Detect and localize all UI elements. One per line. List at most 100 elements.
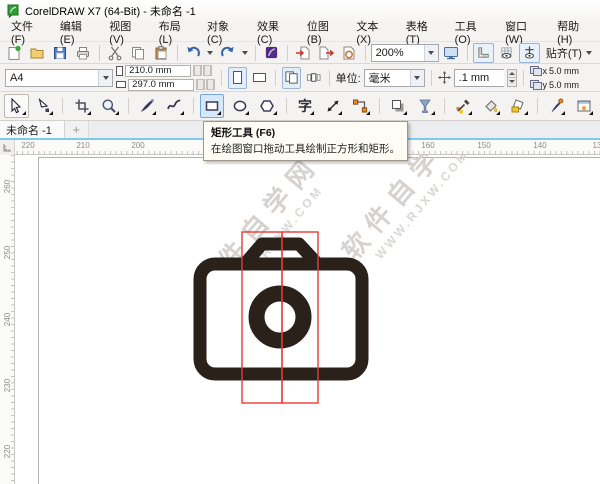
duplicate-x-sub: x — [542, 65, 548, 76]
page-height-spinner[interactable] — [196, 79, 216, 90]
print-button[interactable] — [73, 43, 94, 63]
snap-to-dropdown[interactable]: 贴齐(T) — [542, 45, 596, 61]
shape-edit-icon — [38, 98, 49, 112]
toolbox-separator — [62, 98, 64, 114]
export-button[interactable] — [316, 43, 337, 63]
nudge-offset-icon — [437, 71, 451, 84]
units-combobox[interactable]: 毫米 — [363, 68, 425, 87]
redo-dropdown[interactable] — [240, 43, 249, 63]
zoom-tool[interactable] — [97, 94, 122, 118]
pen-nib-icon — [140, 99, 154, 112]
all-pages-button[interactable] — [281, 66, 301, 89]
interactive-fill-tool[interactable] — [571, 94, 596, 118]
dropdown-caret-icon[interactable] — [98, 69, 113, 86]
rectangle-icon — [205, 101, 219, 111]
new-document-button[interactable] — [4, 43, 25, 63]
crop-tool[interactable] — [69, 94, 94, 118]
cut-button[interactable] — [105, 43, 126, 63]
dropdown-caret-icon[interactable] — [409, 69, 424, 86]
tab-untitled-1[interactable]: 未命名 -1 — [0, 121, 65, 138]
duplicate-x-field[interactable]: 5.0 mm — [549, 66, 595, 76]
dropdown-caret-icon[interactable] — [423, 44, 438, 61]
propbar-separator — [274, 69, 276, 86]
polygon-tool[interactable] — [255, 94, 280, 118]
smart-drawing-tool[interactable] — [162, 94, 187, 118]
pick-tool[interactable] — [4, 94, 29, 118]
ruler-origin-icon[interactable] — [0, 140, 15, 155]
camera-drawing — [193, 231, 369, 404]
save-button[interactable] — [50, 43, 71, 63]
page-width-spinner[interactable] — [193, 65, 213, 76]
ruler-number: 150 — [477, 141, 491, 150]
color-eyedropper-tool[interactable] — [451, 94, 476, 118]
ellipse-icon — [233, 100, 247, 112]
page-width-field[interactable]: 210.0 mm — [125, 64, 192, 77]
import-button[interactable] — [293, 43, 314, 63]
open-button[interactable] — [27, 43, 48, 63]
zoom-level-combobox[interactable]: 200% — [370, 43, 439, 62]
rectangle-tool-tooltip: 矩形工具 (F6) 在绘图窗口拖动工具绘制正方形和矩形。 — [203, 121, 408, 161]
ruler-number: 200 — [131, 141, 145, 150]
pick-cursor-icon — [11, 98, 22, 114]
pen-tool[interactable] — [544, 94, 569, 118]
full-screen-preview-button[interactable] — [441, 43, 462, 63]
smart-fill-tool[interactable] — [506, 94, 531, 118]
ruler-number: 220 — [3, 444, 12, 459]
dimension-tool[interactable] — [320, 94, 345, 118]
propbar-separator — [221, 69, 223, 86]
drawing-canvas[interactable]: 软件自学网 WWW.RJXW.COM 软件自学网 WWW.RJXW.COM — [15, 155, 600, 484]
toolbar-separator — [254, 44, 256, 61]
current-page-button[interactable] — [304, 67, 323, 89]
page-height-field[interactable]: 297.0 mm — [128, 78, 195, 91]
workspace: 260 250 240 230 220 软件自学网 WWW.RJXW.COM 软… — [0, 155, 600, 484]
redo-button[interactable] — [217, 43, 238, 63]
ellipse-tool[interactable] — [227, 94, 252, 118]
toolbox-separator — [378, 98, 380, 114]
menu-help[interactable]: 帮助(H) — [548, 16, 598, 48]
connector-tool[interactable] — [348, 94, 373, 118]
toolbar-separator — [98, 44, 100, 61]
duplicate-x-icon — [529, 66, 542, 76]
show-rulers-toggle[interactable] — [472, 42, 494, 63]
transparency-tool[interactable] — [413, 94, 438, 118]
ruler-number: 13 — [592, 141, 600, 150]
freehand-tool[interactable] — [135, 94, 160, 118]
show-grid-toggle[interactable] — [496, 43, 517, 63]
units-value: 毫米 — [368, 72, 391, 85]
rectangle-tool[interactable] — [199, 94, 225, 118]
new-tab-button[interactable]: + — [64, 121, 89, 138]
tooltip-description: 在绘图窗口拖动工具绘制正方形和矩形。 — [211, 143, 400, 155]
toolbox-separator — [127, 98, 129, 114]
coreldraw-window: CorelDRAW X7 (64-Bit) - 未命名 -1 文件(F) 编辑(… — [0, 0, 600, 484]
crop-icon — [75, 99, 89, 113]
paste-button[interactable] — [151, 43, 172, 63]
page-size-combobox[interactable]: A4 — [5, 68, 114, 87]
ruler-number: 230 — [3, 378, 12, 393]
snap-to-guides-toggle[interactable] — [518, 42, 540, 63]
portrait-orientation-button[interactable] — [228, 66, 248, 89]
publish-to-pdf-button[interactable] — [339, 43, 360, 63]
shape-tool[interactable] — [32, 94, 57, 118]
page-size-value: A4 — [10, 71, 24, 84]
text-tool[interactable]: 字 — [293, 94, 318, 118]
standard-toolbar: 200% 贴齐(T) — [0, 42, 600, 64]
undo-button[interactable] — [183, 43, 204, 63]
toolbox: 字 — [0, 92, 600, 121]
plus-icon: + — [72, 122, 81, 137]
dropdown-caret-icon — [585, 50, 592, 55]
ruler-number: 210 — [76, 141, 90, 150]
nudge-offset-spinner[interactable] — [506, 68, 517, 87]
welcome-screen-button[interactable] — [261, 43, 282, 63]
nudge-offset-field[interactable]: .1 mm — [453, 68, 504, 87]
undo-dropdown[interactable] — [206, 43, 215, 63]
fill-tool[interactable] — [478, 94, 503, 118]
drop-shadow-tool[interactable] — [386, 94, 411, 118]
eyedropper-icon — [456, 99, 470, 114]
ruler-number: 160 — [421, 141, 435, 150]
copy-button[interactable] — [128, 43, 149, 63]
propbar-separator — [522, 69, 524, 86]
page-height-icon — [116, 81, 127, 88]
duplicate-y-field[interactable]: 5.0 mm — [549, 80, 595, 90]
toolbox-separator — [443, 98, 445, 114]
landscape-orientation-button[interactable] — [250, 67, 269, 89]
